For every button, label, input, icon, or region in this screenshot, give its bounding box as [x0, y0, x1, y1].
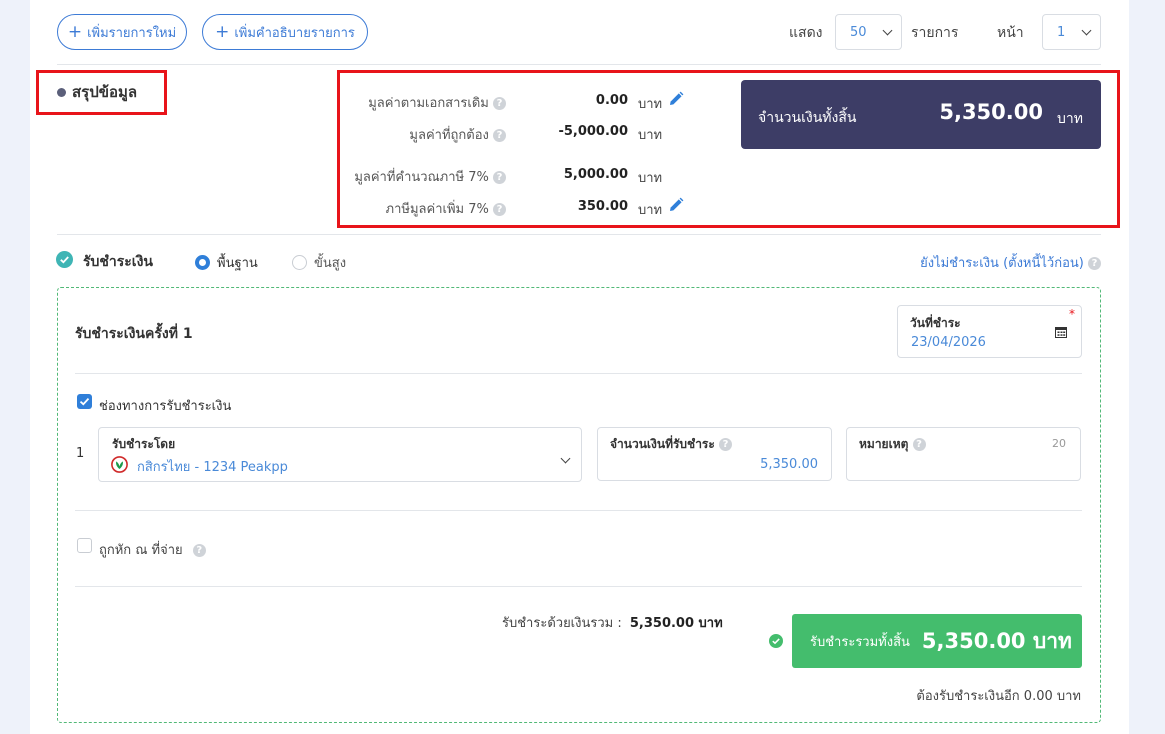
- total-paid-value: 5,350.00 บาท: [629, 616, 723, 631]
- plus-icon: +: [67, 21, 83, 42]
- radio-checked-icon: [195, 255, 210, 270]
- withholding-label-group: ถูกหัก ณ ที่จ่าย ?: [99, 539, 206, 560]
- grand-total-value: 5,350.00 บาท: [921, 628, 1072, 653]
- withholding-label: ถูกหัก ณ ที่จ่าย: [99, 543, 183, 558]
- pencil-icon[interactable]: [668, 91, 684, 107]
- unpaid-link-text: ยังไม่ชำระเงิน (ตั้งหนี้ไว้ก่อน): [920, 256, 1084, 271]
- help-icon[interactable]: ?: [493, 129, 506, 142]
- divider: [57, 64, 1101, 65]
- plus-icon: +: [215, 21, 230, 42]
- help-icon[interactable]: ?: [192, 544, 206, 557]
- note-label: หมายเหตุ: [859, 437, 909, 451]
- items-label: รายการ: [911, 25, 959, 41]
- required-mark: *: [1069, 307, 1075, 321]
- total-paid-label: รับชำระด้วยเงินรวม :: [502, 616, 622, 631]
- page-size-select[interactable]: 50: [835, 14, 902, 50]
- summary-row-2-value: 5,000.00: [563, 167, 628, 182]
- divider: [75, 373, 1082, 374]
- total-amount-box: จำนวนเงินทั้งสิ้น 5,350.00 บาท: [741, 80, 1101, 149]
- chevron-down-icon: [560, 453, 571, 464]
- help-icon[interactable]: ?: [493, 171, 506, 184]
- divider: [75, 586, 1082, 587]
- add-item-label: เพิ่มรายการใหม่: [87, 25, 177, 41]
- paid-amount-label-group: จำนวนเงินที่รับชำระ ?: [610, 435, 732, 454]
- help-icon[interactable]: ?: [912, 438, 926, 451]
- payment-round-title: รับชำระเงินครั้งที่ 1: [75, 326, 193, 342]
- paid-by-select[interactable]: รับชำระโดย กสิกรไทย - 1234 Peakpp: [98, 427, 582, 482]
- note-label-group: หมายเหตุ ?: [859, 435, 926, 454]
- payment-title: รับชำระเงิน: [83, 254, 153, 270]
- note-counter: 20: [1052, 437, 1066, 450]
- divider: [75, 510, 1082, 511]
- summary-row-1-unit: บาท: [638, 128, 663, 143]
- show-label: แสดง: [789, 25, 823, 41]
- help-icon[interactable]: ?: [493, 97, 506, 110]
- summary-row-0-label: มูลค่าตามเอกสารเดิม: [368, 96, 489, 111]
- page-label: หน้า: [997, 25, 1024, 41]
- summary-row-3-label: ภาษีมูลค่าเพิ่ม 7%: [385, 202, 489, 217]
- remaining-amount: ต้องรับชำระเงินอีก 0.00 บาท: [916, 689, 1081, 704]
- payment-channel-checkbox[interactable]: [77, 394, 92, 409]
- summary-row-0-value: 0.00: [595, 93, 628, 108]
- summary-row-1-label: มูลค่าที่ถูกต้อง: [409, 128, 489, 143]
- radio-unchecked-icon: [292, 255, 307, 270]
- paid-amount-label: จำนวนเงินที่รับชำระ: [610, 437, 715, 451]
- pencil-icon[interactable]: [668, 197, 684, 213]
- row-number: 1: [76, 446, 85, 461]
- chevron-down-icon: [882, 25, 893, 35]
- summary-row-3-unit: บาท: [638, 203, 663, 218]
- calendar-icon[interactable]: [1055, 326, 1067, 338]
- summary-title-text: สรุปข้อมูล: [72, 83, 138, 101]
- payment-date-value: 23/04/2026: [911, 335, 986, 350]
- divider: [57, 234, 1101, 235]
- paid-by-label: รับชำระโดย: [112, 437, 176, 451]
- total-paid-line: รับชำระด้วยเงินรวม : 5,350.00 บาท: [502, 612, 723, 633]
- page-number-select[interactable]: 1: [1042, 14, 1101, 50]
- checkmark-icon: [79, 397, 90, 406]
- payment-date-label: วันที่ชำระ: [910, 316, 961, 330]
- chevron-down-icon: [1081, 25, 1092, 35]
- summary-row-label: มูลค่าตามเอกสารเดิม ?: [340, 92, 506, 113]
- mode-basic-label: พื้นฐาน: [217, 256, 258, 271]
- page-number-value: 1: [1057, 24, 1066, 40]
- total-unit: บาท: [1057, 111, 1083, 127]
- page-size-value: 50: [850, 24, 867, 40]
- payment-date-field[interactable]: วันที่ชำระ * 23/04/2026: [897, 305, 1082, 358]
- add-item-button[interactable]: + เพิ่มรายการใหม่: [57, 14, 187, 50]
- summary-row-label: ภาษีมูลค่าเพิ่ม 7% ?: [340, 198, 506, 219]
- mode-advanced-label: ขั้นสูง: [314, 256, 347, 271]
- help-icon[interactable]: ?: [493, 203, 506, 216]
- add-description-label: เพิ่มคำอธิบายรายการ: [234, 25, 355, 41]
- total-label: จำนวนเงินทั้งสิ้น: [758, 110, 857, 126]
- mode-basic-radio[interactable]: พื้นฐาน: [195, 252, 258, 273]
- note-field[interactable]: หมายเหตุ ? 20: [846, 427, 1081, 481]
- summary-row-1-value: -5,000.00: [558, 124, 628, 139]
- kbank-logo-icon: [111, 456, 128, 473]
- grand-total-button[interactable]: รับชำระรวมทั้งสิ้น 5,350.00 บาท: [792, 614, 1082, 668]
- check-circle-icon: [769, 634, 783, 648]
- mode-advanced-radio[interactable]: ขั้นสูง: [292, 252, 346, 273]
- payment-channel-label: ช่องทางการรับชำระเงิน: [99, 399, 232, 414]
- unpaid-link[interactable]: ยังไม่ชำระเงิน (ตั้งหนี้ไว้ก่อน) ?: [920, 252, 1101, 273]
- add-description-button[interactable]: + เพิ่มคำอธิบายรายการ: [202, 14, 368, 50]
- summary-row-label: มูลค่าที่คำนวณภาษี 7% ?: [340, 166, 506, 187]
- help-icon[interactable]: ?: [1088, 257, 1101, 270]
- paid-amount-value: 5,350.00: [760, 457, 818, 472]
- check-circle-icon[interactable]: [56, 251, 73, 268]
- bullet-icon: [57, 87, 66, 97]
- paid-by-value: กสิกรไทย - 1234 Peakpp: [137, 460, 288, 475]
- grand-total-label: รับชำระรวมทั้งสิ้น: [810, 634, 910, 650]
- help-icon[interactable]: ?: [718, 438, 732, 451]
- summary-row-2-label: มูลค่าที่คำนวณภาษี 7%: [354, 170, 489, 185]
- summary-row-2-unit: บาท: [638, 171, 663, 186]
- summary-row-label: มูลค่าที่ถูกต้อง ?: [340, 124, 506, 145]
- summary-row-0-unit: บาท: [638, 97, 663, 112]
- summary-row-3-value: 350.00: [577, 199, 628, 214]
- paid-amount-field[interactable]: จำนวนเงินที่รับชำระ ? 5,350.00: [597, 427, 832, 481]
- summary-title: สรุปข้อมูล: [57, 80, 137, 104]
- withholding-checkbox[interactable]: [77, 538, 92, 553]
- total-value: 5,350.00: [939, 100, 1043, 124]
